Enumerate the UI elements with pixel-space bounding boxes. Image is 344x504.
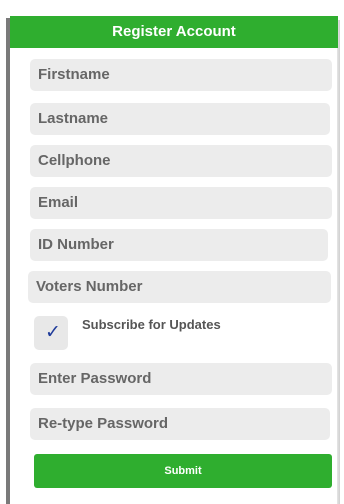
lastname-field[interactable]: Lastname	[30, 103, 330, 135]
id-number-field[interactable]: ID Number	[30, 229, 328, 261]
retype-password-field[interactable]: Re-type Password	[30, 408, 330, 440]
registration-panel: Register Account Firstname Lastname Cell…	[0, 0, 344, 504]
submit-button[interactable]: Submit	[34, 454, 332, 488]
firstname-field[interactable]: Firstname	[30, 59, 332, 91]
subscribe-label: Subscribe for Updates	[82, 317, 221, 332]
left-border	[6, 18, 10, 504]
form-title: Register Account	[10, 16, 338, 48]
subscribe-checkbox[interactable]: ✓	[34, 316, 68, 350]
password-field[interactable]: Enter Password	[30, 363, 332, 395]
email-field[interactable]: Email	[30, 187, 332, 219]
right-border-shadow	[337, 20, 340, 504]
cellphone-field[interactable]: Cellphone	[30, 145, 332, 177]
check-icon: ✓	[45, 322, 61, 343]
voters-number-field[interactable]: Voters Number	[28, 271, 331, 303]
